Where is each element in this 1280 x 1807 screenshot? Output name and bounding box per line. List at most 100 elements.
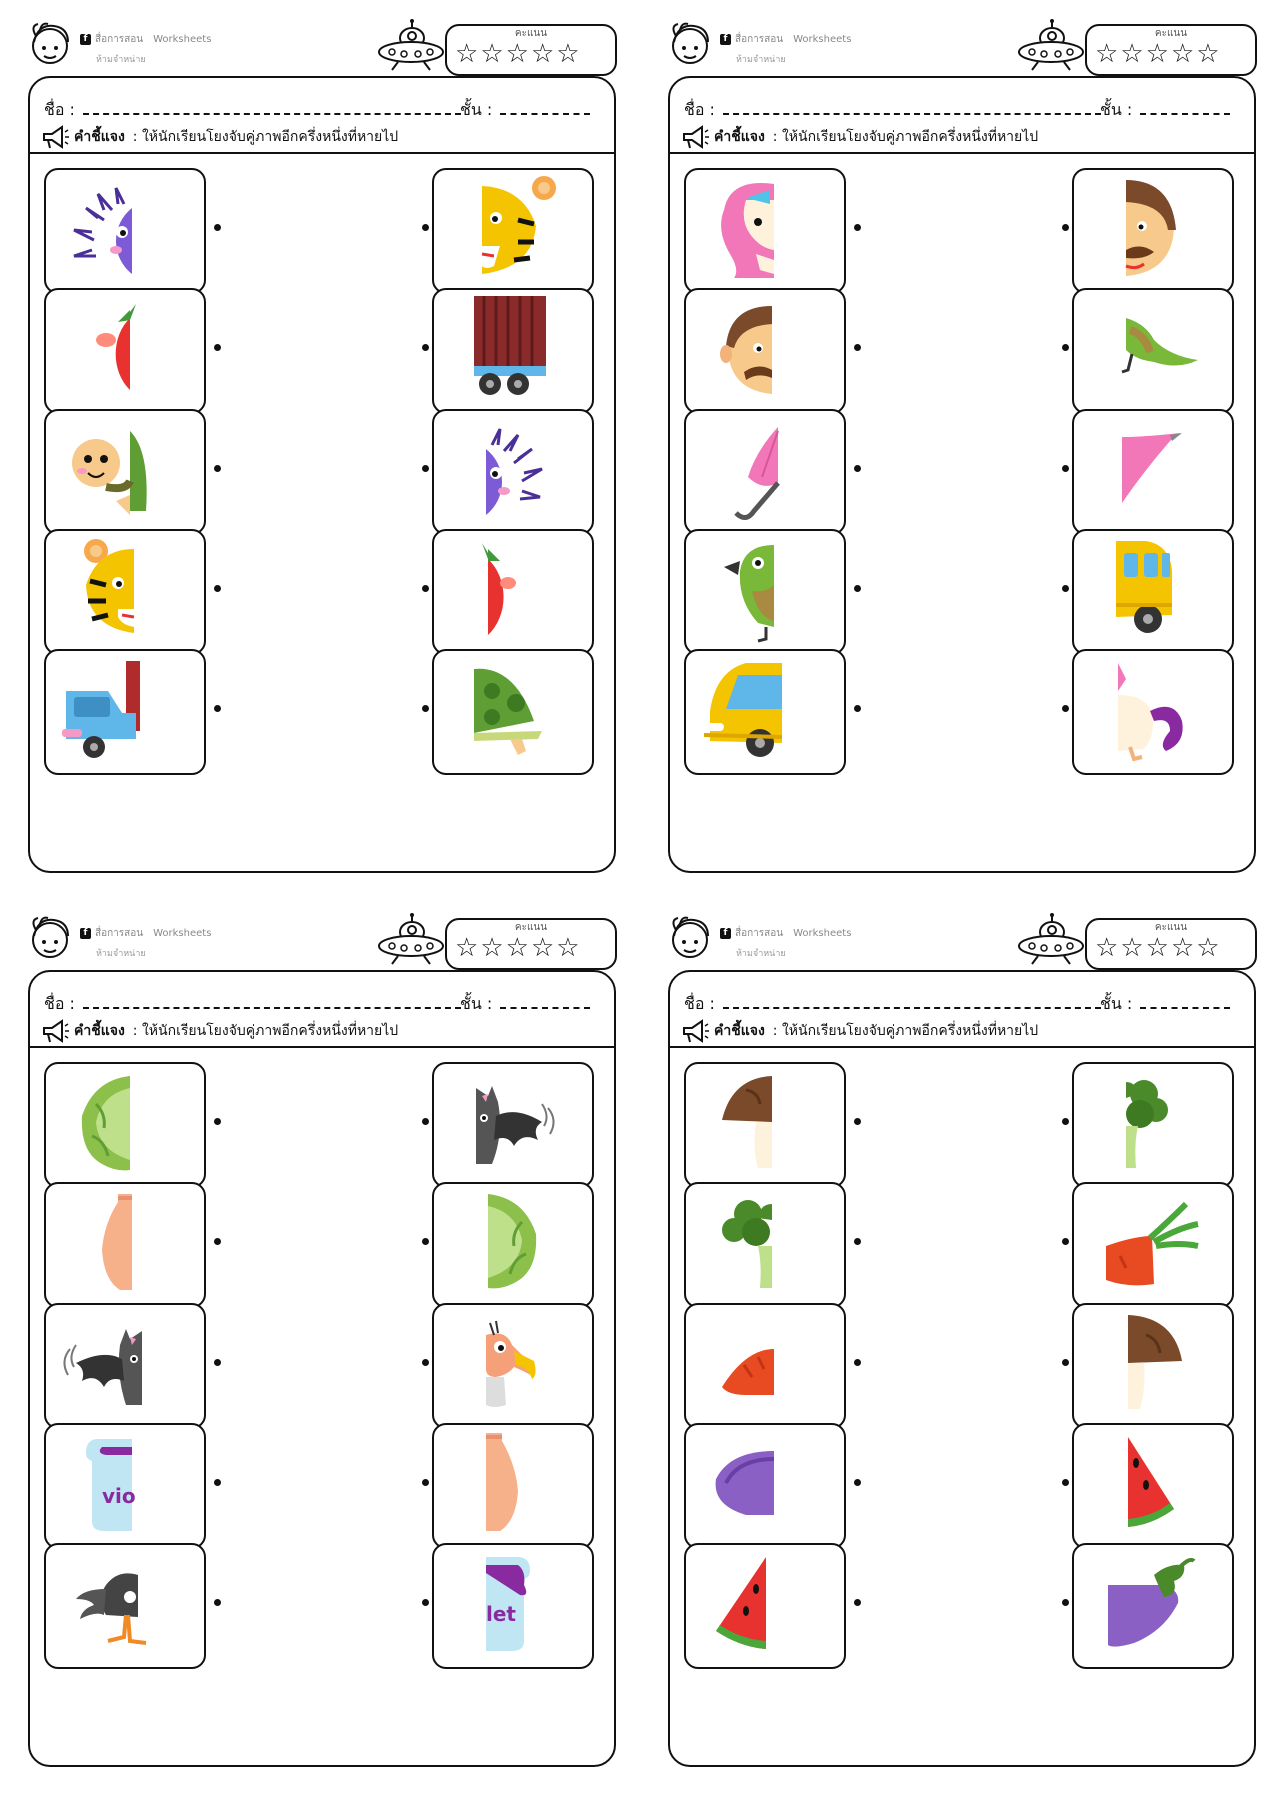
- name-blank-line[interactable]: [82, 995, 461, 1009]
- picture-card-left[interactable]: [44, 1182, 206, 1308]
- star-icon[interactable]: ☆: [480, 934, 503, 962]
- match-dot-right[interactable]: [422, 1359, 429, 1366]
- star-icon[interactable]: ☆: [1196, 934, 1219, 962]
- match-dot-left[interactable]: [854, 465, 861, 472]
- picture-card-left[interactable]: [684, 1062, 846, 1188]
- match-dot-right[interactable]: [1062, 705, 1069, 712]
- picture-card-right[interactable]: [1072, 1543, 1234, 1669]
- picture-card-left[interactable]: [44, 1543, 206, 1669]
- class-blank-line[interactable]: [1140, 101, 1231, 115]
- star-icon[interactable]: ☆: [506, 40, 529, 68]
- match-dot-right[interactable]: [422, 1238, 429, 1245]
- picture-card-right[interactable]: [432, 1303, 594, 1429]
- star-icon[interactable]: ☆: [1120, 40, 1143, 68]
- class-blank-line[interactable]: [1140, 995, 1231, 1009]
- class-blank-line[interactable]: [500, 101, 591, 115]
- picture-card-left[interactable]: [44, 1303, 206, 1429]
- picture-card-left[interactable]: [44, 1062, 206, 1188]
- star-icon[interactable]: ☆: [455, 40, 478, 68]
- name-blank-line[interactable]: [722, 101, 1101, 115]
- name-blank-line[interactable]: [722, 995, 1101, 1009]
- match-dot-right[interactable]: [1062, 465, 1069, 472]
- star-icon[interactable]: ☆: [1171, 40, 1194, 68]
- match-dot-left[interactable]: [214, 1118, 221, 1125]
- picture-card-left[interactable]: [684, 649, 846, 775]
- match-dot-left[interactable]: [214, 344, 221, 351]
- match-dot-left[interactable]: [214, 1238, 221, 1245]
- star-icon[interactable]: ☆: [1120, 934, 1143, 962]
- match-dot-right[interactable]: [1062, 1479, 1069, 1486]
- match-dot-right[interactable]: [1062, 1118, 1069, 1125]
- star-icon[interactable]: ☆: [1095, 40, 1118, 68]
- picture-card-left[interactable]: [684, 1543, 846, 1669]
- star-icon[interactable]: ☆: [556, 40, 579, 68]
- match-dot-left[interactable]: [214, 224, 221, 231]
- match-dot-left[interactable]: [854, 585, 861, 592]
- picture-card-right[interactable]: let: [432, 1543, 594, 1669]
- match-dot-right[interactable]: [422, 1599, 429, 1606]
- picture-card-right[interactable]: [432, 1182, 594, 1308]
- match-dot-left[interactable]: [854, 1599, 861, 1606]
- match-dot-right[interactable]: [422, 1118, 429, 1125]
- match-dot-left[interactable]: [214, 1479, 221, 1486]
- match-dot-left[interactable]: [214, 465, 221, 472]
- star-icon[interactable]: ☆: [480, 40, 503, 68]
- match-dot-left[interactable]: [854, 344, 861, 351]
- star-icon[interactable]: ☆: [455, 934, 478, 962]
- picture-card-right[interactable]: [1072, 649, 1234, 775]
- picture-card-right[interactable]: [432, 1423, 594, 1549]
- picture-card-right[interactable]: [1072, 1303, 1234, 1429]
- match-dot-left[interactable]: [854, 224, 861, 231]
- name-blank-line[interactable]: [82, 101, 461, 115]
- match-dot-right[interactable]: [1062, 1238, 1069, 1245]
- picture-card-left[interactable]: [44, 168, 206, 294]
- star-icon[interactable]: ☆: [531, 934, 554, 962]
- match-dot-left[interactable]: [214, 1359, 221, 1366]
- match-dot-right[interactable]: [422, 465, 429, 472]
- picture-card-left[interactable]: [684, 1423, 846, 1549]
- match-dot-right[interactable]: [422, 705, 429, 712]
- picture-card-left[interactable]: [44, 649, 206, 775]
- match-dot-right[interactable]: [1062, 585, 1069, 592]
- picture-card-left[interactable]: [684, 529, 846, 655]
- picture-card-right[interactable]: [432, 649, 594, 775]
- star-icon[interactable]: ☆: [1146, 40, 1169, 68]
- star-icon[interactable]: ☆: [1095, 934, 1118, 962]
- match-dot-right[interactable]: [1062, 344, 1069, 351]
- match-dot-left[interactable]: [854, 1118, 861, 1125]
- picture-card-left[interactable]: [684, 1182, 846, 1308]
- match-dot-left[interactable]: [854, 1359, 861, 1366]
- match-dot-left[interactable]: [214, 585, 221, 592]
- picture-card-left[interactable]: [44, 529, 206, 655]
- picture-card-right[interactable]: [432, 288, 594, 414]
- match-dot-left[interactable]: [854, 1479, 861, 1486]
- picture-card-right[interactable]: [1072, 1423, 1234, 1549]
- picture-card-left[interactable]: [684, 288, 846, 414]
- match-dot-right[interactable]: [1062, 224, 1069, 231]
- picture-card-right[interactable]: [1072, 168, 1234, 294]
- star-icon[interactable]: ☆: [531, 40, 554, 68]
- picture-card-right[interactable]: [432, 409, 594, 535]
- picture-card-right[interactable]: [432, 529, 594, 655]
- picture-card-left[interactable]: [44, 288, 206, 414]
- match-dot-right[interactable]: [1062, 1359, 1069, 1366]
- star-icon[interactable]: ☆: [1196, 40, 1219, 68]
- match-dot-right[interactable]: [422, 344, 429, 351]
- match-dot-left[interactable]: [854, 1238, 861, 1245]
- picture-card-right[interactable]: [432, 1062, 594, 1188]
- match-dot-left[interactable]: [854, 705, 861, 712]
- picture-card-left[interactable]: [684, 1303, 846, 1429]
- star-icon[interactable]: ☆: [1146, 934, 1169, 962]
- picture-card-right[interactable]: [1072, 529, 1234, 655]
- picture-card-left[interactable]: [684, 409, 846, 535]
- star-icon[interactable]: ☆: [506, 934, 529, 962]
- star-icon[interactable]: ☆: [556, 934, 579, 962]
- picture-card-right[interactable]: [1072, 1062, 1234, 1188]
- picture-card-right[interactable]: [1072, 1182, 1234, 1308]
- picture-card-right[interactable]: [1072, 409, 1234, 535]
- picture-card-left[interactable]: [44, 409, 206, 535]
- picture-card-right[interactable]: [1072, 288, 1234, 414]
- match-dot-right[interactable]: [422, 1479, 429, 1486]
- match-dot-left[interactable]: [214, 1599, 221, 1606]
- picture-card-right[interactable]: [432, 168, 594, 294]
